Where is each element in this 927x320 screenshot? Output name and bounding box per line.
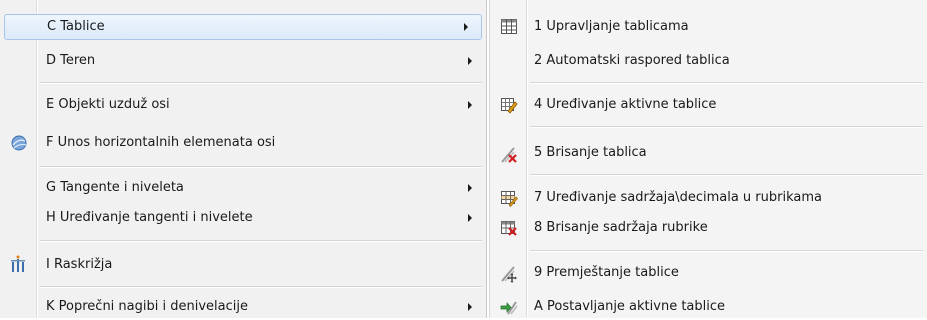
menu-separator: [530, 82, 923, 84]
menu-separator: [40, 240, 482, 242]
submenu-item-label: 8 Brisanje sadržaja rubrike: [534, 220, 708, 235]
submenu-item-label: A Postavljanje aktivne tablice: [534, 299, 726, 314]
menu-item-label: F Unos horizontalnih elemenata osi: [46, 135, 276, 150]
submenu-item-label: 5 Brisanje tablica: [534, 145, 647, 160]
menu-item-label: D Teren: [46, 53, 96, 68]
submenu-arrow-icon: [468, 184, 472, 192]
edit-table-icon: [500, 96, 518, 114]
submenu-arrow-icon: [464, 23, 468, 31]
submenu-item-uredivanje-sadrzaja[interactable]: 7 Uređivanje sadržaja\decimala u rubrika…: [490, 185, 927, 211]
menu-item-label: G Tangente i niveleta: [46, 180, 184, 195]
menu-item-raskrizja[interactable]: I Raskrižja: [0, 252, 486, 278]
edit-cells-icon: [500, 189, 518, 207]
menu-separator: [40, 286, 482, 288]
menu-item-uredivanje-tangenti[interactable]: H Uređivanje tangenti i nivelete: [0, 205, 486, 231]
menu-item-teren[interactable]: D Teren: [0, 48, 486, 74]
globe-axis-icon: [10, 134, 28, 152]
submenu-item-brisanje-tablica[interactable]: 5 Brisanje tablica: [490, 140, 927, 166]
intersection-icon: [10, 255, 28, 273]
move-table-icon: [500, 265, 518, 283]
menu-separator: [530, 174, 923, 176]
submenu-item-label: 9 Premještanje tablice: [534, 265, 679, 280]
submenu-arrow-icon: [468, 303, 472, 311]
submenu-arrow-icon: [468, 57, 472, 65]
submenu-item-label: 4 Uređivanje aktivne tablice: [534, 97, 717, 112]
menu-item-label: H Uređivanje tangenti i nivelete: [46, 210, 253, 225]
menu-item-tangente-i-niveleta[interactable]: G Tangente i niveleta: [0, 175, 486, 201]
menu-separator: [40, 82, 482, 84]
submenu-arrow-icon: [468, 101, 472, 109]
submenu-item-brisanje-sadrzaja-rubrike[interactable]: 8 Brisanje sadržaja rubrike: [490, 215, 927, 241]
submenu-item-postavljanje-aktivne-tablice[interactable]: A Postavljanje aktivne tablice: [490, 294, 927, 320]
menu-item-label: C Tablice: [47, 19, 105, 34]
delete-cell-content-icon: [500, 219, 518, 237]
menu-item-poprecni-nagibi[interactable]: K Poprečni nagibi i denivelacije: [0, 294, 486, 320]
submenu-item-uredivanje-aktivne-tablice[interactable]: 4 Uređivanje aktivne tablice: [490, 92, 927, 118]
submenu-item-label: 1 Upravljanje tablicama: [534, 19, 689, 34]
submenu-item-label: 2 Automatski raspored tablica: [534, 53, 730, 68]
menu-separator: [530, 250, 923, 252]
submenu-item-premjestanje-tablice[interactable]: 9 Premještanje tablice: [490, 260, 927, 286]
menu-item-objekti-uzduz-osi[interactable]: E Objekti uzduž osi: [0, 92, 486, 118]
delete-table-icon: [500, 146, 518, 164]
menu-separator: [530, 126, 923, 128]
set-active-table-icon: [500, 298, 518, 316]
menu-item-unos-horizontalnih-elemenata[interactable]: F Unos horizontalnih elemenata osi: [0, 130, 486, 156]
submenu-tablice: 1 Upravljanje tablicama 2 Automatski ras…: [489, 0, 927, 318]
context-menu-main: C Tablice D Teren E Objekti uzduž osi F …: [0, 0, 487, 318]
menu-item-label: K Poprečni nagibi i denivelacije: [46, 299, 248, 314]
menu-item-tablice[interactable]: C Tablice: [4, 14, 482, 40]
menu-item-label: I Raskrižja: [46, 257, 113, 272]
submenu-item-automatski-raspored[interactable]: 2 Automatski raspored tablica: [490, 48, 927, 74]
menu-separator: [40, 166, 482, 168]
submenu-item-upravljanje-tablicama[interactable]: 1 Upravljanje tablicama: [490, 14, 927, 40]
submenu-arrow-icon: [468, 214, 472, 222]
menu-item-label: E Objekti uzduž osi: [46, 97, 170, 112]
table-grid-icon: [500, 18, 518, 36]
submenu-item-label: 7 Uređivanje sadržaja\decimala u rubrika…: [534, 190, 822, 205]
